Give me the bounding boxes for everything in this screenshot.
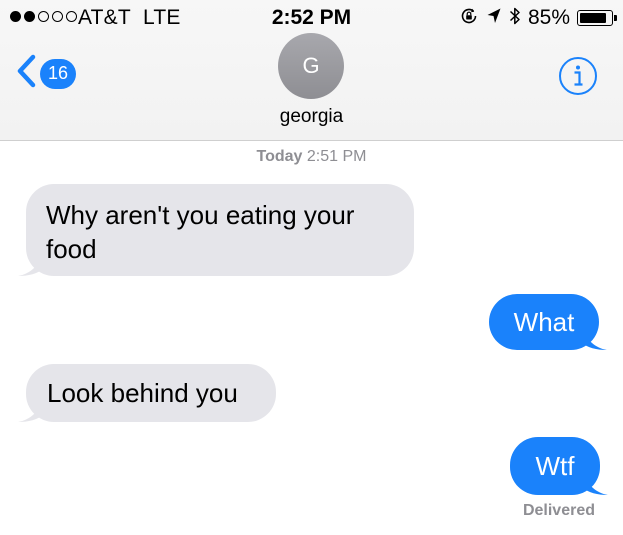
avatar-initial: G bbox=[302, 53, 320, 78]
chevron-left-icon bbox=[16, 54, 36, 93]
message-text: Why aren't you eating your food bbox=[46, 200, 355, 264]
conversation-timestamp: Today 2:51 PM bbox=[0, 148, 623, 166]
status-bar: AT&T LTE 2:52 PM 85% bbox=[0, 0, 623, 36]
navigation-header: AT&T LTE 2:52 PM 85% 16 G georgia bbox=[0, 0, 623, 141]
delivery-status: Delivered bbox=[522, 502, 595, 519]
status-icons: 85% bbox=[459, 5, 617, 32]
outgoing-message-bubble[interactable]: What bbox=[489, 294, 607, 350]
battery-fill bbox=[580, 13, 606, 23]
bluetooth-icon bbox=[509, 5, 521, 32]
battery-percentage: 85% bbox=[527, 6, 570, 29]
message-text: Wtf bbox=[535, 451, 575, 481]
message-text: Look behind you bbox=[47, 378, 238, 408]
message-text: What bbox=[513, 307, 575, 337]
timestamp-time: 2:51 PM bbox=[306, 148, 367, 165]
battery-icon bbox=[577, 10, 617, 26]
incoming-message-bubble[interactable]: Why aren't you eating your food bbox=[18, 184, 414, 276]
back-button[interactable]: 16 bbox=[16, 54, 76, 93]
outgoing-message-bubble[interactable]: Wtf bbox=[510, 437, 608, 495]
incoming-message-bubble[interactable]: Look behind you bbox=[18, 364, 276, 422]
rotation-lock-icon bbox=[459, 6, 479, 31]
unread-count-badge: 16 bbox=[40, 58, 76, 89]
contact-avatar[interactable]: G bbox=[278, 33, 344, 99]
contact-name[interactable]: georgia bbox=[0, 106, 623, 128]
info-button[interactable] bbox=[557, 55, 599, 102]
timestamp-day: Today bbox=[256, 148, 303, 165]
location-arrow-icon bbox=[486, 7, 502, 30]
info-icon bbox=[557, 57, 599, 101]
